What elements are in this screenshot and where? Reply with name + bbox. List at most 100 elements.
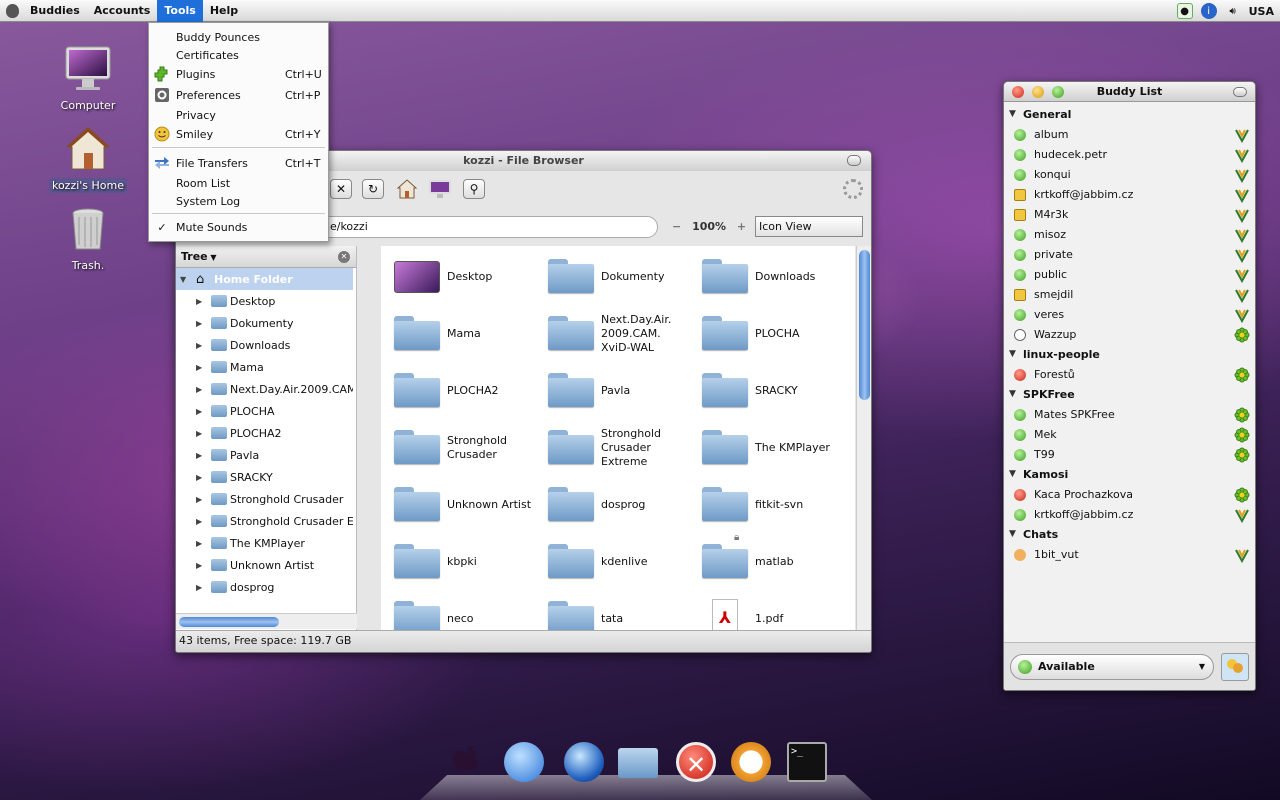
expand-arrow-icon[interactable]: ▶ bbox=[196, 561, 202, 570]
tree-item[interactable]: ▶ dosprog bbox=[176, 576, 353, 598]
zoom-in-button[interactable]: + bbox=[737, 220, 746, 233]
expand-arrow-icon[interactable]: ▶ bbox=[196, 451, 202, 460]
buddy-row[interactable]: krtkoff@jabbim.cz bbox=[1005, 185, 1255, 205]
file-item[interactable]: Pavla bbox=[540, 367, 690, 415]
file-item[interactable]: ⅄ 1.pdf bbox=[694, 595, 844, 630]
buddy-icon-button[interactable] bbox=[1221, 653, 1249, 681]
tree-item[interactable]: ▶ Stronghold Crusader E bbox=[176, 510, 353, 532]
home-button[interactable] bbox=[396, 178, 418, 200]
computer-button[interactable] bbox=[428, 179, 452, 199]
expand-arrow-icon[interactable]: ▼ bbox=[180, 275, 186, 284]
buddy-group[interactable]: ▼ SPKFree bbox=[1005, 385, 1255, 405]
menu-item-preferences[interactable]: Preferences Ctrl+P bbox=[149, 86, 328, 104]
file-item[interactable]: Unknown Artist bbox=[386, 481, 536, 529]
window-collapse-button[interactable] bbox=[847, 155, 861, 166]
expand-arrow-icon[interactable]: ▼ bbox=[1009, 349, 1016, 359]
buddy-row[interactable]: Wazzup bbox=[1005, 325, 1255, 345]
buddy-row[interactable]: Forestů bbox=[1005, 365, 1255, 385]
menu-tools[interactable]: Tools bbox=[157, 0, 203, 22]
buddy-row[interactable]: T99 bbox=[1005, 445, 1255, 465]
file-item[interactable]: SRACKY bbox=[694, 367, 844, 415]
menu-item-system-log[interactable]: System Log bbox=[149, 192, 328, 210]
reload-button[interactable]: ↻ bbox=[362, 179, 384, 199]
expand-arrow-icon[interactable]: ▶ bbox=[196, 297, 202, 306]
tree-item[interactable]: ▶ Next.Day.Air.2009.CAM bbox=[176, 378, 353, 400]
file-item[interactable]: Stronghold Crusader Extreme bbox=[540, 424, 690, 472]
tree-mode-dropdown[interactable]: Tree bbox=[181, 250, 208, 263]
file-item[interactable]: tata bbox=[540, 595, 690, 630]
accessibility-icon[interactable]: i bbox=[1200, 3, 1217, 19]
buddy-row[interactable]: misoz bbox=[1005, 225, 1255, 245]
tree-item[interactable]: ▶ The KMPlayer bbox=[176, 532, 353, 554]
status-selector[interactable]: Available ▼ bbox=[1010, 654, 1214, 680]
expand-arrow-icon[interactable]: ▶ bbox=[196, 583, 202, 592]
tree-item[interactable]: ▶ PLOCHA bbox=[176, 400, 353, 422]
tree-item[interactable]: ▶ Dokumenty bbox=[176, 312, 353, 334]
buddy-row[interactable]: 1bit_vut bbox=[1005, 545, 1255, 565]
tree-item[interactable]: ▶ Unknown Artist bbox=[176, 554, 353, 576]
buddy-row[interactable]: konqui bbox=[1005, 165, 1255, 185]
expand-arrow-icon[interactable]: ▶ bbox=[196, 495, 202, 504]
dock-browser-icon[interactable] bbox=[564, 742, 604, 782]
expand-arrow-icon[interactable]: ▶ bbox=[196, 407, 202, 416]
expand-arrow-icon[interactable]: ▼ bbox=[1009, 389, 1016, 399]
dock-apple-icon[interactable] bbox=[447, 742, 487, 782]
expand-arrow-icon[interactable]: ▶ bbox=[196, 341, 202, 350]
buddy-group[interactable]: ▼ Kamosi bbox=[1005, 465, 1255, 485]
expand-arrow-icon[interactable]: ▶ bbox=[196, 429, 202, 438]
dock-close-icon[interactable]: ✕ bbox=[676, 742, 716, 782]
desktop-icon-trash[interactable]: Trash. bbox=[43, 205, 133, 273]
buddy-group[interactable]: ▼ General bbox=[1005, 105, 1255, 125]
zoom-out-button[interactable]: − bbox=[672, 220, 681, 233]
buddy-row[interactable]: smejdil bbox=[1005, 285, 1255, 305]
keyboard-layout-label[interactable]: USA bbox=[1249, 5, 1274, 18]
buddy-row[interactable]: public bbox=[1005, 265, 1255, 285]
desktop-icon-computer[interactable]: Computer bbox=[43, 45, 133, 113]
file-item[interactable]: kbpki bbox=[386, 538, 536, 586]
menu-item-file-transfers[interactable]: File Transfers Ctrl+T bbox=[149, 154, 328, 172]
expand-arrow-icon[interactable]: ▼ bbox=[1009, 529, 1016, 539]
menu-help[interactable]: Help bbox=[203, 0, 245, 22]
expand-arrow-icon[interactable]: ▶ bbox=[196, 319, 202, 328]
close-sidebar-icon[interactable]: ✕ bbox=[338, 251, 350, 263]
file-item[interactable]: Mama bbox=[386, 310, 536, 358]
file-item[interactable]: 🔒︎ matlab bbox=[694, 532, 844, 586]
file-item[interactable]: Next.Day.Air. 2009.CAM. XviD-WAL bbox=[540, 310, 690, 358]
file-item[interactable]: kdenlive bbox=[540, 538, 690, 586]
tree-item[interactable]: ▶ Desktop bbox=[176, 290, 353, 312]
volume-icon[interactable]: 🔊︎ bbox=[1225, 3, 1241, 19]
file-item[interactable]: PLOCHA2 bbox=[386, 367, 536, 415]
tree-item[interactable]: ▶ Downloads bbox=[176, 334, 353, 356]
tree-item[interactable]: ▶ Stronghold Crusader bbox=[176, 488, 353, 510]
menu-item-plugins[interactable]: Plugins Ctrl+U bbox=[149, 65, 328, 83]
buddy-row[interactable]: krtkoff@jabbim.cz bbox=[1005, 505, 1255, 525]
buddy-row[interactable]: M4r3k bbox=[1005, 205, 1255, 225]
expand-arrow-icon[interactable]: ▶ bbox=[196, 517, 202, 526]
icon-view-scrollbar[interactable] bbox=[856, 246, 871, 630]
dock-terminal-icon[interactable]: >_ bbox=[787, 742, 827, 782]
buddy-row[interactable]: Kaca Prochazkova bbox=[1005, 485, 1255, 505]
buddy-row[interactable]: hudecek.petr bbox=[1005, 145, 1255, 165]
expand-arrow-icon[interactable]: ▶ bbox=[196, 473, 202, 482]
minimize-window-button[interactable] bbox=[1032, 86, 1044, 98]
buddy-row[interactable]: Mates SPKFree bbox=[1005, 405, 1255, 425]
file-item[interactable]: PLOCHA bbox=[694, 310, 844, 358]
buddy-group[interactable]: ▼ linux-people bbox=[1005, 345, 1255, 365]
file-item[interactable]: dosprog bbox=[540, 481, 690, 529]
buddy-row[interactable]: album bbox=[1005, 125, 1255, 145]
menu-item-certificates[interactable]: Certificates bbox=[149, 46, 328, 64]
tree-item[interactable]: ▶ PLOCHA2 bbox=[176, 422, 353, 444]
menu-buddies[interactable]: Buddies bbox=[23, 0, 87, 22]
buddy-row[interactable]: Mek bbox=[1005, 425, 1255, 445]
file-item[interactable]: neco bbox=[386, 595, 536, 630]
file-item[interactable]: Stronghold Crusader bbox=[386, 424, 536, 472]
desktop-icon-home[interactable]: kozzi's Home bbox=[43, 125, 133, 193]
apple-menu-icon[interactable] bbox=[1, 0, 23, 22]
file-item[interactable]: Downloads bbox=[694, 253, 844, 301]
view-mode-select[interactable]: Icon View bbox=[755, 216, 863, 237]
menu-item-buddy-pounces[interactable]: Buddy Pounces bbox=[149, 28, 328, 46]
search-button[interactable]: ⚲ bbox=[463, 179, 485, 199]
location-field[interactable]: ne/kozzi bbox=[306, 216, 658, 238]
close-window-button[interactable] bbox=[1012, 86, 1024, 98]
expand-arrow-icon[interactable]: ▼ bbox=[1009, 109, 1016, 119]
